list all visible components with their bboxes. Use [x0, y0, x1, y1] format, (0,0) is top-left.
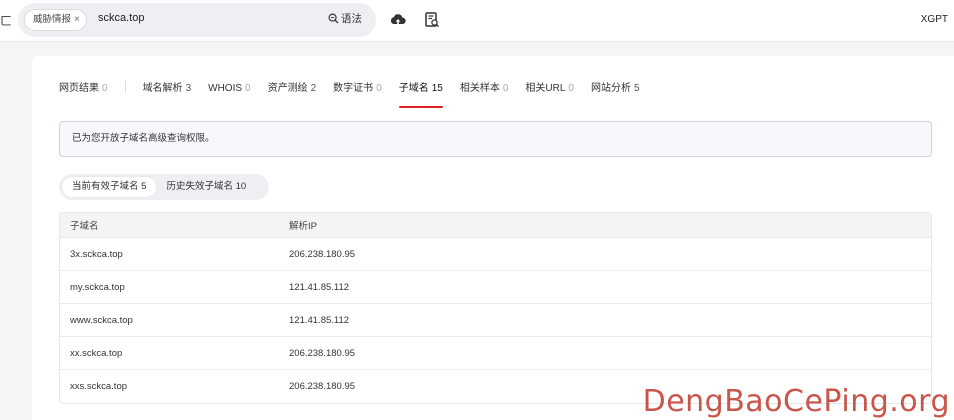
column-resolved-ip: 解析IP — [289, 221, 317, 232]
syntax-button[interactable]: 语法 — [328, 11, 362, 26]
table-header: 子域名 解析IP — [60, 213, 931, 238]
search-icon — [328, 13, 339, 24]
watermark: DengBaoCePing.org — [642, 384, 950, 419]
ip-cell[interactable]: 206.238.180.95 — [289, 249, 931, 260]
tab-dns-resolution[interactable]: 域名解析 3 — [143, 82, 192, 96]
top-bar: ㄈ 威胁情报 × sckca.top 语法 XGPT — [0, 0, 954, 42]
results-card: 网页结果 0 域名解析 3 WHOIS 0 资产测绘 2 数字证书 0 子域名 15 相关样本 0 相关UR… — [32, 56, 954, 420]
report-search-icon[interactable] — [423, 11, 441, 29]
filter-tag-label: 威胁情报 — [33, 14, 72, 25]
tab-asset-mapping[interactable]: 资产测绘 2 — [268, 82, 317, 96]
subdomain-cell[interactable]: my.sckca.top — [60, 282, 289, 293]
tab-whois[interactable]: WHOIS 0 — [208, 82, 250, 96]
tab-web-results[interactable]: 网页结果 0 — [59, 82, 108, 96]
table-row: my.sckca.top 121.41.85.112 — [60, 271, 931, 304]
column-subdomain: 子域名 — [70, 221, 99, 232]
filter-tag[interactable]: 威胁情报 × — [24, 9, 87, 31]
cloud-upload-icon[interactable] — [389, 11, 407, 29]
table-row: xx.sckca.top 206.238.180.95 — [60, 337, 931, 370]
tab-subdomains[interactable]: 子域名 15 — [398, 82, 443, 108]
ip-cell[interactable]: 121.41.85.112 — [289, 315, 931, 326]
history-subdomains-option[interactable]: 历史失效子域名 10 — [156, 177, 256, 197]
subdomain-cell[interactable]: www.sckca.top — [60, 315, 289, 326]
tab-related-samples[interactable]: 相关样本 0 — [460, 82, 509, 96]
table-row: 3x.sckca.top 206.238.180.95 — [60, 238, 931, 271]
subdomain-toggle: 当前有效子域名 5 历史失效子域名 10 — [59, 174, 269, 200]
search-box[interactable]: 威胁情报 × sckca.top 语法 — [18, 3, 376, 37]
back-glyph[interactable]: ㄈ — [0, 12, 12, 29]
result-tabs: 网页结果 0 域名解析 3 WHOIS 0 资产测绘 2 数字证书 0 子域名 15 相关样本 0 相关UR… — [59, 78, 657, 108]
syntax-label: 语法 — [341, 13, 362, 25]
subdomain-cell[interactable]: 3x.sckca.top — [60, 249, 289, 260]
xgpt-link[interactable]: XGPT — [921, 14, 948, 25]
tab-site-analysis[interactable]: 网站分析 5 — [591, 82, 640, 96]
tab-divider — [124, 80, 126, 93]
subdomain-table: 子域名 解析IP 3x.sckca.top 206.238.180.95 my.… — [59, 212, 932, 404]
table-row: www.sckca.top 121.41.85.112 — [60, 304, 931, 337]
active-subdomains-option[interactable]: 当前有效子域名 5 — [62, 177, 157, 197]
subdomain-cell[interactable]: xxs.sckca.top — [60, 381, 289, 392]
search-input[interactable]: sckca.top — [98, 12, 144, 24]
permission-notice: 已为您开放子域名高级查询权限。 — [59, 121, 932, 157]
ip-cell[interactable]: 206.238.180.95 — [289, 348, 931, 359]
tab-related-urls[interactable]: 相关URL 0 — [525, 82, 574, 96]
subdomain-cell[interactable]: xx.sckca.top — [60, 348, 289, 359]
close-icon[interactable]: × — [74, 14, 80, 25]
tab-certificates[interactable]: 数字证书 0 — [333, 82, 382, 96]
ip-cell[interactable]: 121.41.85.112 — [289, 282, 931, 293]
